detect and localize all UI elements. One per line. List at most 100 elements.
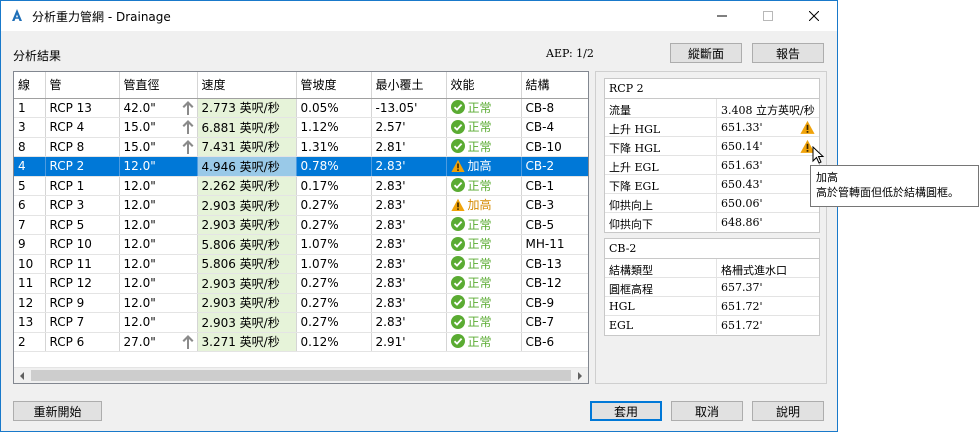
column-header[interactable]: 線 <box>14 72 46 99</box>
table-row[interactable]: 10 RCP 11 12.0" 5.806 英呎/秒 1.07% 2.83' 正常 CB-13 <box>14 254 588 274</box>
section-label: 分析結果 <box>13 49 62 63</box>
cell-min-cover: 2.91' <box>371 332 447 352</box>
cell-diameter: 12.0" <box>119 293 198 313</box>
property-row: 仰拱向上 650.06' <box>605 194 819 213</box>
help-button[interactable]: 說明 <box>752 401 824 421</box>
cell-diameter: 12.0" <box>119 215 198 235</box>
table-row[interactable]: 3 RCP 4 15.0" 6.881 英呎/秒 1.12% 2.57' 正常 CB-4 <box>14 117 588 138</box>
cell-line: 10 <box>14 254 46 274</box>
cell-min-cover: 2.83' <box>371 293 447 313</box>
diameter-value: 12.0" <box>123 237 156 252</box>
cell-structure: CB-9 <box>521 293 588 313</box>
cell-performance: 正常 <box>446 137 522 157</box>
status-text: 加高 <box>467 198 492 212</box>
column-header[interactable]: 速度 <box>197 72 297 99</box>
column-header[interactable]: 管 <box>45 72 120 99</box>
minimize-icon <box>717 15 727 17</box>
properties-panel: RCP 2 流量 3.408 立方英呎/秒 上升 HGL 651.33' 下降 HGL 6… <box>595 71 827 384</box>
maximize-button[interactable] <box>745 1 791 31</box>
column-header[interactable]: 效能 <box>446 72 522 99</box>
check-circle-icon <box>450 217 465 231</box>
status-text: 正常 <box>467 315 492 329</box>
cell-min-cover: 2.83' <box>371 312 447 333</box>
cell-pipe: RCP 2 <box>45 156 120 177</box>
horizontal-scrollbar[interactable] <box>14 367 588 383</box>
property-name: 下降 HGL <box>609 142 661 155</box>
profile-button[interactable]: 縱斷面 <box>670 43 742 63</box>
close-icon <box>809 11 819 21</box>
cell-performance: 正常 <box>446 215 522 235</box>
cell-slope: 0.05% <box>296 98 372 118</box>
cell-performance: 加高 <box>446 195 522 216</box>
table-row[interactable]: 1 RCP 13 42.0" 2.773 英呎/秒 0.05% -13.05' 正常 CB-8 <box>14 98 588 118</box>
report-button[interactable]: 報告 <box>752 43 824 63</box>
cell-performance: 正常 <box>446 312 522 333</box>
status-indicator: 正常 <box>450 235 492 252</box>
cell-line: 2 <box>14 332 46 352</box>
cell-velocity: 5.806 英呎/秒 <box>197 254 297 274</box>
title-bar: 分析重力管網 - Drainage <box>1 1 837 31</box>
table-row[interactable]: 9 RCP 10 12.0" 5.806 英呎/秒 1.07% 2.83' 正常 MH-11 <box>14 234 588 255</box>
cell-performance: 正常 <box>446 254 522 274</box>
column-header[interactable]: 管直徑 <box>119 72 198 99</box>
table-row[interactable]: 5 RCP 1 12.0" 2.262 英呎/秒 0.17% 2.83' 正常 CB-1 <box>14 176 588 196</box>
check-circle-icon <box>450 139 465 153</box>
cell-pipe: RCP 9 <box>45 293 120 313</box>
table-row[interactable]: 6 RCP 3 12.0" 2.903 英呎/秒 0.27% 2.83' 加高 CB-3 <box>14 195 588 216</box>
column-header[interactable]: 最小覆土 <box>371 72 447 99</box>
table-row[interactable]: 7 RCP 5 12.0" 2.903 英呎/秒 0.27% 2.83' 正常 CB-5 <box>14 215 588 235</box>
dialog-window: 分析重力管網 - Drainage 分析結果 AEP: 1/2 縱斷面 報告 線… <box>0 0 838 432</box>
status-indicator: 正常 <box>450 294 492 311</box>
table-row[interactable]: 2 RCP 6 27.0" 3.271 英呎/秒 0.12% 2.91' 正常 CB-6 <box>14 332 588 352</box>
table-row[interactable]: 8 RCP 8 15.0" 7.431 英呎/秒 1.31% 2.81' 正常 CB-10 <box>14 137 588 157</box>
property-row: 下降 HGL 650.14' <box>605 137 819 156</box>
cell-velocity: 2.903 英呎/秒 <box>197 293 297 313</box>
civil3d-logo-icon <box>9 7 25 23</box>
diameter-value: 12.0" <box>123 159 156 174</box>
status-indicator: 正常 <box>450 99 492 116</box>
column-header[interactable]: 管坡度 <box>296 72 372 99</box>
check-circle-icon <box>450 314 465 329</box>
cancel-button[interactable]: 取消 <box>671 401 743 421</box>
table-row[interactable]: 13 RCP 7 12.0" 2.903 英呎/秒 0.27% 2.83' 正常 CB-7 <box>14 312 588 333</box>
cell-velocity: 2.903 英呎/秒 <box>197 273 297 294</box>
check-circle-icon <box>450 236 465 251</box>
close-button[interactable] <box>791 1 837 31</box>
status-indicator: 加高 <box>450 157 492 174</box>
cell-line: 3 <box>14 117 46 138</box>
table-row[interactable]: 4 RCP 2 12.0" 4.946 英呎/秒 0.78% 2.83' 加高 CB-2 <box>14 156 588 177</box>
arrow-up-icon <box>182 100 193 115</box>
scroll-right-icon[interactable] <box>572 368 588 383</box>
check-circle-icon <box>450 256 465 270</box>
property-value: 3.408 立方英呎/秒 <box>721 104 815 117</box>
cell-velocity: 2.903 英呎/秒 <box>197 195 297 216</box>
check-circle-icon <box>450 295 465 309</box>
cell-pipe: RCP 4 <box>45 117 120 138</box>
apply-button[interactable]: 套用 <box>590 401 662 421</box>
property-value: 650.06' <box>721 197 763 210</box>
property-name: EGL <box>609 319 634 332</box>
status-indicator: 加高 <box>450 196 492 213</box>
property-value: 651.33' <box>721 121 763 134</box>
cell-structure: CB-5 <box>521 215 588 235</box>
cell-structure: CB-6 <box>521 332 588 352</box>
reset-button[interactable]: 重新開始 <box>13 401 102 421</box>
cell-min-cover: 2.83' <box>371 215 447 235</box>
table-row[interactable]: 12 RCP 9 12.0" 2.903 英呎/秒 0.27% 2.83' 正常 CB-9 <box>14 293 588 313</box>
check-circle-icon <box>450 100 465 114</box>
table-row[interactable]: 11 RCP 12 12.0" 2.903 英呎/秒 0.27% 2.83' 正常 CB-12 <box>14 273 588 294</box>
diameter-value: 12.0" <box>123 256 156 271</box>
cell-structure: CB-10 <box>521 137 588 157</box>
minimize-button[interactable] <box>699 1 745 31</box>
scroll-thumb[interactable] <box>31 370 571 381</box>
cell-performance: 正常 <box>446 176 522 196</box>
status-indicator: 正常 <box>450 255 492 272</box>
cell-pipe: RCP 7 <box>45 312 120 333</box>
cell-slope: 0.12% <box>296 332 372 352</box>
column-header[interactable]: 結構 <box>521 72 588 99</box>
cell-velocity: 2.773 英呎/秒 <box>197 98 297 118</box>
scroll-left-icon[interactable] <box>14 368 30 383</box>
cell-pipe: RCP 12 <box>45 273 120 294</box>
cell-pipe: RCP 8 <box>45 137 120 157</box>
cell-velocity: 6.881 英呎/秒 <box>197 117 297 138</box>
